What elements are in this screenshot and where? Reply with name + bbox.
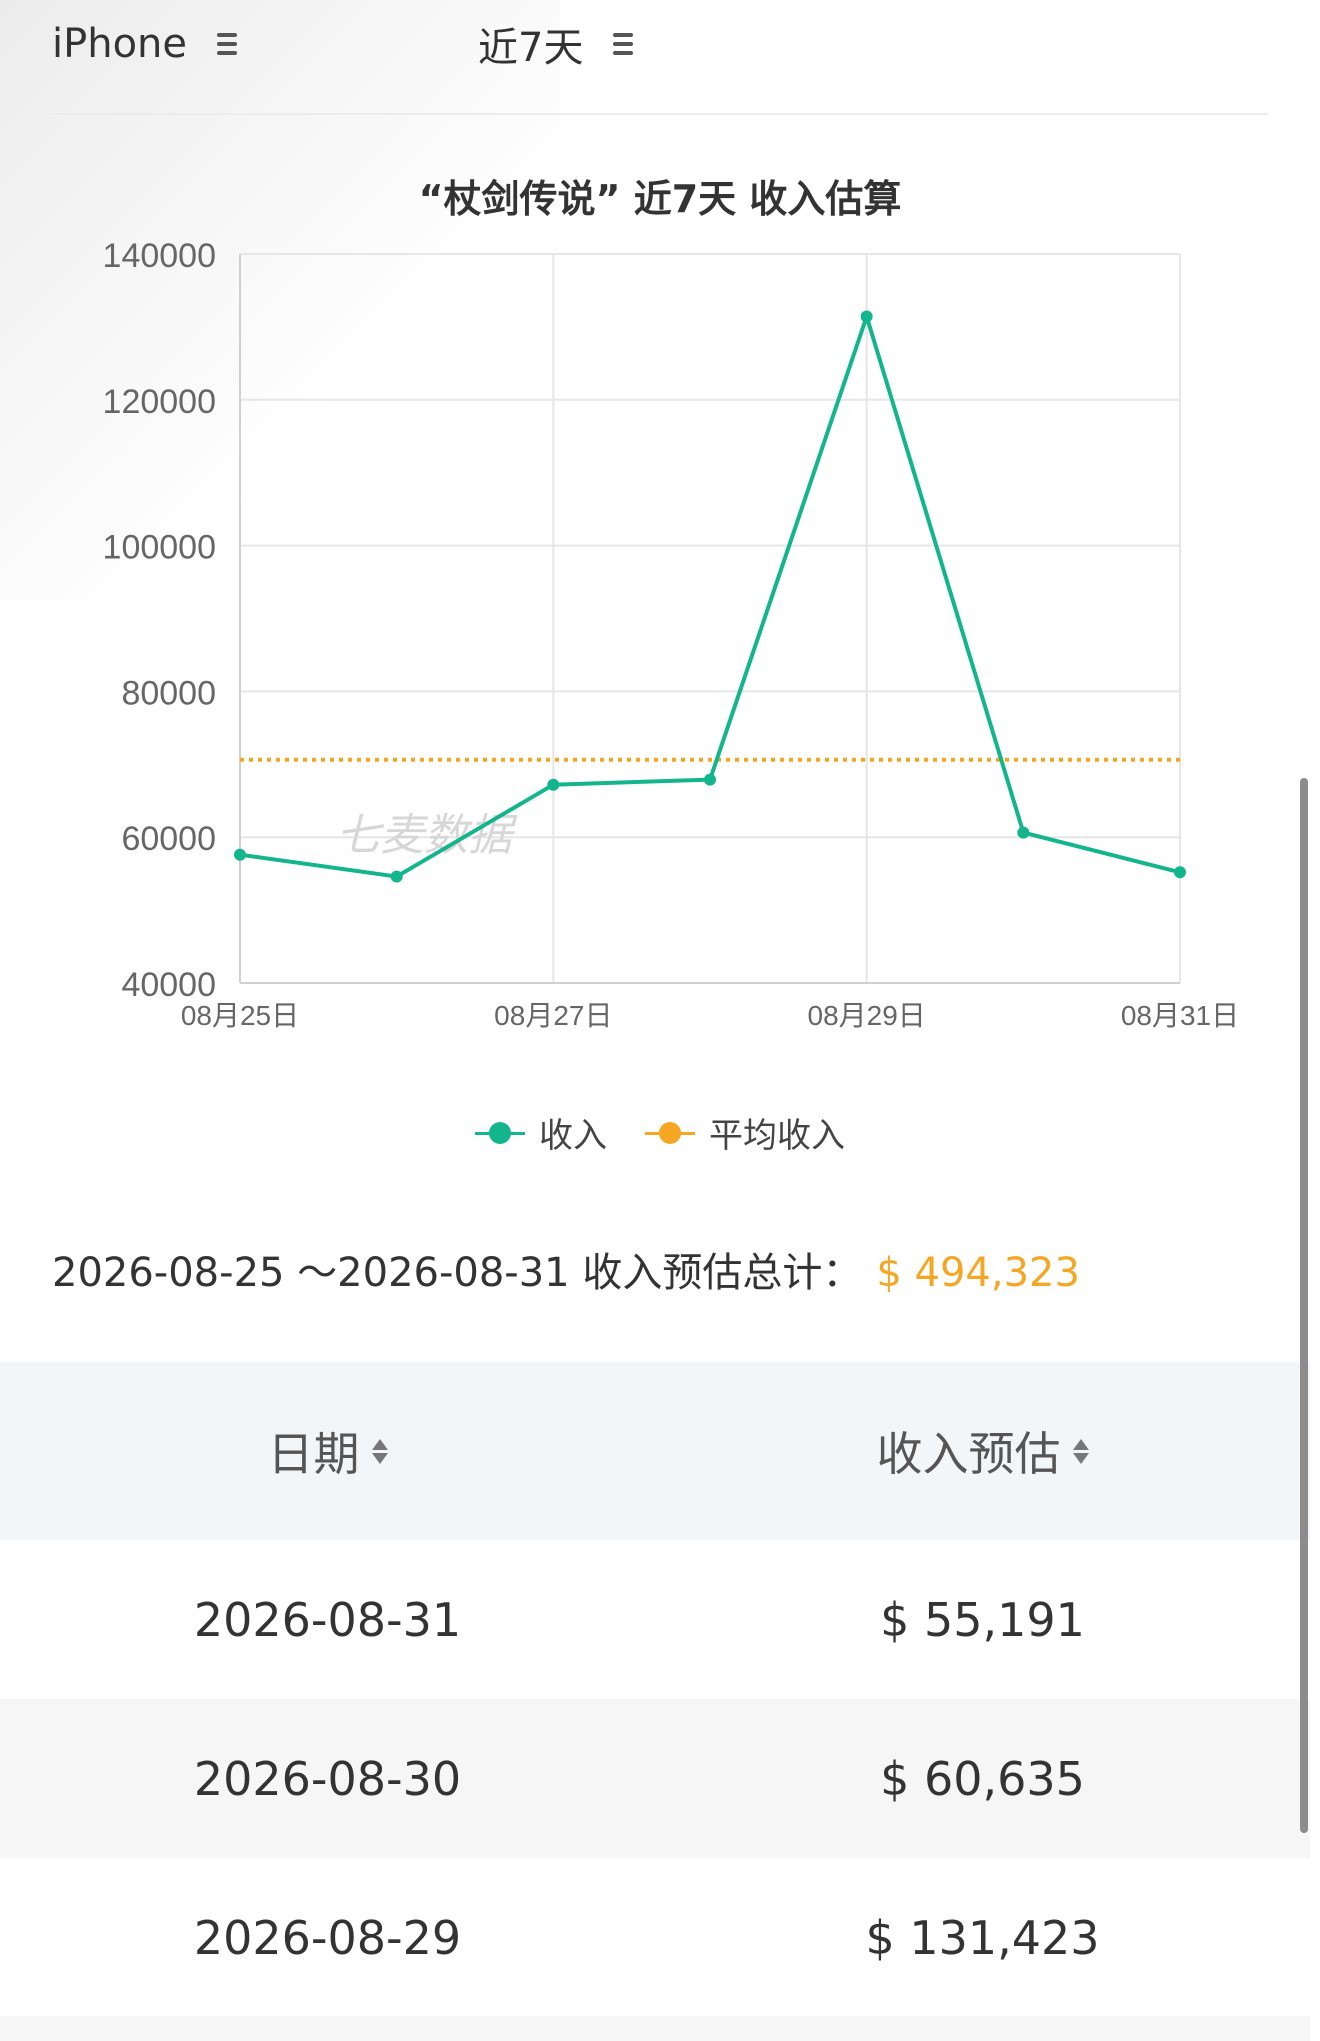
- chart-legend: 收入 平均收入: [0, 1108, 1320, 1157]
- revenue-point: [390, 870, 403, 883]
- date-cell: 2026-08-31: [193, 1592, 462, 1647]
- summary-total: $ 494,323: [876, 1250, 1080, 1296]
- y-tick-label: 40000: [121, 966, 216, 1004]
- column-header-date[interactable]: 日期: [0, 1418, 655, 1484]
- period-filter-label: 近7天: [478, 25, 584, 71]
- x-tick-label: 08月27日: [494, 1000, 612, 1031]
- x-tick-label: 08月31日: [1121, 1000, 1239, 1031]
- divider: [52, 113, 1268, 115]
- table-row-partial: [0, 2016, 1310, 2041]
- legend-item-average[interactable]: 平均收入: [645, 1108, 845, 1157]
- legend-label-average: 平均收入: [709, 1116, 845, 1156]
- sort-icon: [371, 1438, 388, 1464]
- legend-item-revenue[interactable]: 收入: [475, 1108, 607, 1157]
- legend-marker-average: [645, 1121, 695, 1145]
- y-tick-label: 120000: [103, 383, 216, 421]
- revenue-point: [1174, 866, 1186, 879]
- revenue-line-chart: 140000 120000 100000 80000 60000 4000008月25日 0…: [103, 237, 1240, 1031]
- x-tick-label: 08月25日: [181, 1000, 299, 1031]
- revenue-cell: $ 55,191: [880, 1592, 1085, 1647]
- revenue-summary: 2026-08-25 ～2026-08-31 收入预估总计： $ 494,323: [52, 1240, 1080, 1298]
- y-tick-label: 60000: [121, 820, 216, 858]
- table-row: 2026-08-31 $ 55,191: [0, 1540, 1310, 1699]
- revenue-table: 日期 收入预估 2026-08-31 $ 55,191 2026-08-30 $…: [0, 1362, 1310, 2017]
- revenue-point: [234, 848, 246, 861]
- revenue-cell: $ 60,635: [880, 1751, 1085, 1806]
- table-row: 2026-08-29 $ 131,423: [0, 1858, 1310, 2017]
- revenue-point: [1017, 826, 1030, 839]
- watermark-text: 七麦数据: [336, 810, 518, 861]
- sort-icon: [1072, 1438, 1089, 1464]
- summary-text: 2026-08-25 ～2026-08-31 收入预估总计：: [52, 1250, 863, 1296]
- x-tick-label: 08月29日: [808, 1000, 926, 1031]
- period-filter[interactable]: 近7天: [478, 16, 634, 72]
- menu-icon: [613, 33, 634, 55]
- revenue-cell: $ 131,423: [865, 1910, 1100, 1965]
- legend-label-revenue: 收入: [539, 1116, 607, 1156]
- y-tick-label: 100000: [103, 529, 216, 567]
- date-cell: 2026-08-29: [193, 1910, 462, 1965]
- revenue-point: [704, 773, 716, 786]
- date-cell: 2026-08-30: [193, 1751, 462, 1806]
- y-tick-label: 80000: [121, 674, 216, 712]
- revenue-point: [860, 310, 873, 323]
- column-header-revenue-label: 收入预估: [876, 1427, 1061, 1481]
- table-header: 日期 收入预估: [0, 1362, 1310, 1540]
- device-filter[interactable]: iPhone: [52, 16, 238, 72]
- chart-title: “杖剑传说” 近7天 收入估算: [418, 177, 902, 221]
- revenue-point: [547, 778, 560, 791]
- table-row: 2026-08-30 $ 60,635: [0, 1699, 1310, 1858]
- scrollbar[interactable]: [1300, 778, 1308, 1833]
- y-tick-label: 140000: [103, 237, 216, 275]
- legend-marker-revenue: [475, 1121, 525, 1145]
- column-header-date-label: 日期: [267, 1427, 360, 1481]
- device-filter-label: iPhone: [52, 21, 188, 67]
- filter-bar: iPhone 近7天: [0, 0, 1320, 115]
- column-header-revenue[interactable]: 收入预估: [655, 1418, 1310, 1484]
- menu-icon: [217, 33, 238, 55]
